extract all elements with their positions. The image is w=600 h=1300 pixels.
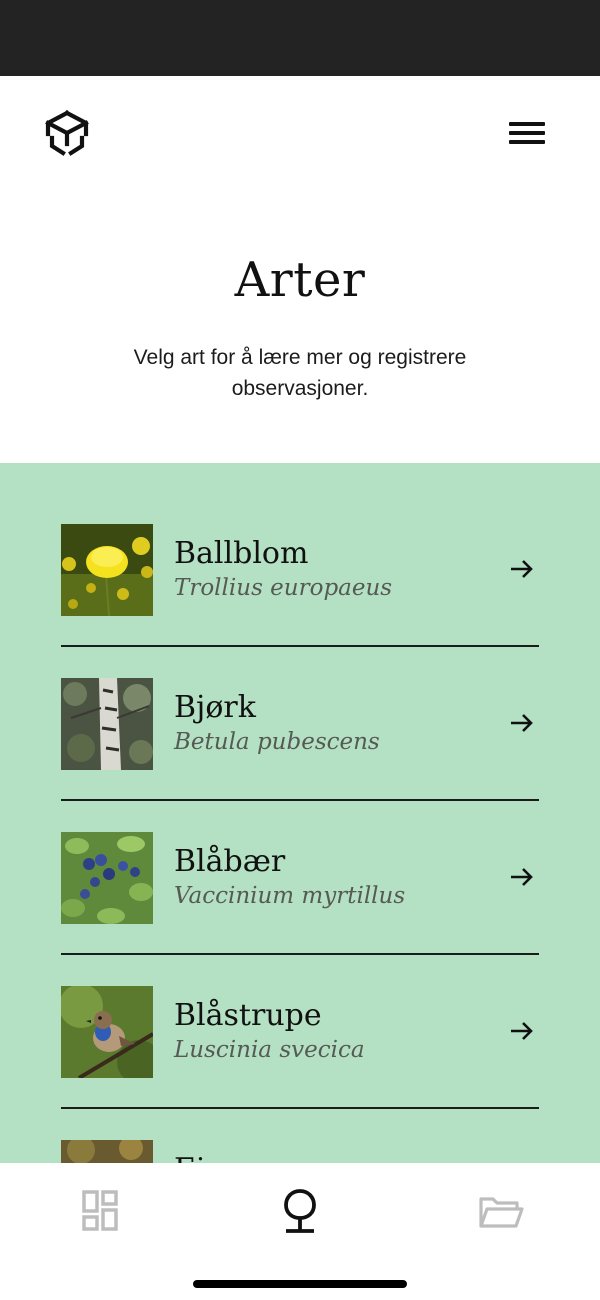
page-title: Arter [234, 252, 366, 308]
home-indicator [193, 1280, 407, 1288]
species-item-bjork[interactable]: Bjørk Betula pubescens [61, 647, 539, 801]
nav-overview[interactable] [72, 1185, 128, 1241]
species-name: Bjørk [174, 690, 256, 725]
page-intro: Arter Velg art for å lære mer og registr… [0, 194, 600, 463]
blueberry-photo [61, 832, 153, 924]
species-latin-name: Betula pubescens [174, 729, 380, 755]
hamburger-menu-icon [509, 122, 545, 126]
page-subtitle: Velg art for å lære mer og registrere ob… [133, 346, 467, 400]
bottom-navigation [0, 1163, 600, 1300]
bluethroat-bird-photo [61, 986, 153, 1078]
arrow-right-icon [511, 1022, 533, 1040]
species-item-partial[interactable]: Einerr [61, 1109, 539, 1163]
app-header [0, 76, 600, 194]
yellow-flower-photo [61, 524, 153, 616]
species-name: Ballblom [174, 536, 309, 571]
species-list: Ballblom Trollius europaeus Bjørk Betula… [61, 493, 539, 1163]
birch-tree-photo [61, 678, 153, 770]
hexagon-logo-icon[interactable] [44, 110, 90, 158]
tree-icon [284, 1189, 316, 1233]
species-latin-name: Luscinia svecica [174, 1037, 365, 1063]
species-item-blabaer[interactable]: Blåbær Vaccinium myrtillus [61, 801, 539, 955]
arrow-right-icon [511, 868, 533, 886]
species-item-ballblom[interactable]: Ballblom Trollius europaeus [61, 493, 539, 647]
nav-folder[interactable] [472, 1185, 528, 1241]
species-latin-name: Vaccinium myrtillus [174, 883, 406, 909]
nav-species[interactable] [272, 1185, 328, 1241]
species-latin-name: Trollius europaeus [174, 575, 393, 601]
partial-photo [61, 1140, 153, 1163]
menu-button[interactable] [506, 116, 548, 150]
folder-open-icon [479, 1197, 524, 1228]
grid-dashboard-icon [82, 1190, 118, 1231]
status-bar [0, 0, 600, 76]
species-name: Blåstrupe [174, 998, 322, 1033]
species-item-blastrupe[interactable]: Blåstrupe Luscinia svecica [61, 955, 539, 1109]
arrow-right-icon [511, 714, 533, 732]
species-panel: Ballblom Trollius europaeus Bjørk Betula… [0, 463, 600, 1163]
arrow-right-icon [511, 560, 533, 578]
species-name: Einerr [174, 1152, 271, 1163]
species-name: Blåbær [174, 844, 286, 879]
